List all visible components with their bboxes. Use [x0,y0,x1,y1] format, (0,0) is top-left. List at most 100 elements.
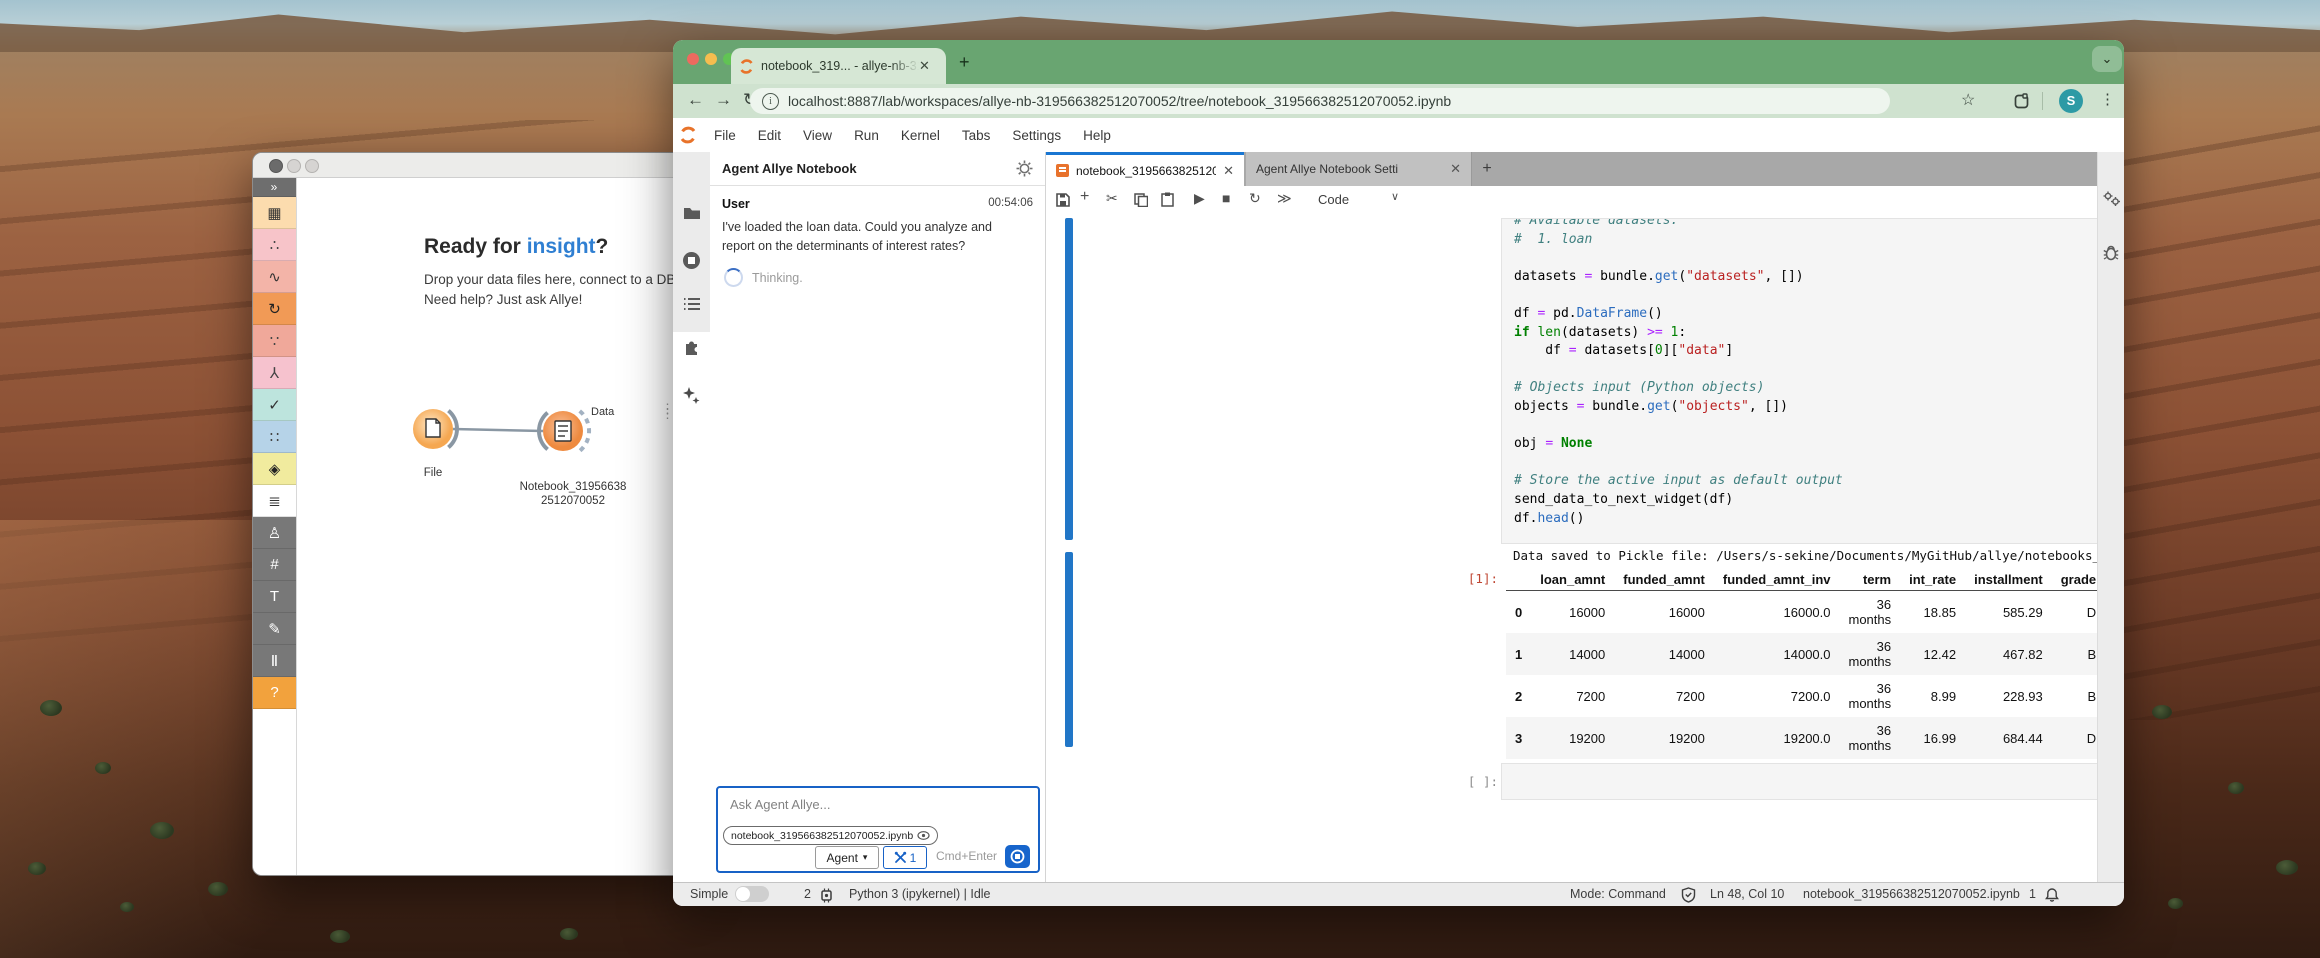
mode-indicator[interactable]: Mode: Command [1570,887,1666,901]
stdout-text: Data saved to Pickle file: /Users/s-seki… [1513,548,2098,563]
allye-canvas-window: » ▦ ∴ ∿ ↻ ∵ ⅄ ✓ ∷ ◈ ≣ ♙ # T ✎ Ⅱ? Ready for insight? Dro… [252,152,692,876]
output-collapser[interactable] [1065,552,1073,747]
zoom-window-button[interactable] [305,159,319,173]
copy-cell-icon[interactable] [1134,193,1148,207]
allye-window-titlebar[interactable] [253,153,691,178]
settings-gear-icon[interactable] [1016,160,1033,177]
kernel-sessions-icon[interactable] [819,888,834,903]
code-cell-input[interactable]: # Available datasets: # 1. loan datasets … [1501,218,2098,544]
model-tree-icon[interactable]: ⅄ [253,357,296,389]
tab-strip-chevron-button[interactable]: ⌄ [2092,46,2122,72]
browser-menu-kebab-icon[interactable]: ⋮ [2100,90,2115,108]
code-line: # Store the active input as default outp… [1514,473,1843,489]
cut-cell-icon[interactable]: ✂ [1106,190,1118,207]
allye-agent-sparkles-icon[interactable] [673,380,710,410]
tab-close-icon[interactable]: ✕ [1450,161,1461,177]
allye-canvas[interactable]: Ready for insight? Drop your data files … [297,178,691,875]
transform-cycle-icon[interactable]: ↻ [253,293,296,325]
statusbar-filename[interactable]: notebook_319566382512070052.ipynb [1803,887,2020,901]
menu-run[interactable]: Run [843,128,890,143]
notification-bell-icon[interactable] [2045,887,2059,903]
cube-icon[interactable]: ◈ [253,453,296,485]
agent-input-box[interactable]: Ask Agent Allye... notebook_319566382512… [716,786,1040,873]
property-inspector-gears-icon[interactable] [2102,190,2121,207]
table-of-contents-icon[interactable] [673,289,710,319]
code-line: send_data_to_next_widget(df) [1514,491,1734,507]
trust-shield-icon[interactable] [1681,887,1696,903]
paste-cell-icon[interactable] [1161,192,1174,207]
file-browser-icon[interactable] [673,197,710,227]
visualize-curve-icon[interactable]: ∿ [253,261,296,293]
close-window-button[interactable] [269,159,283,173]
scatter-plot-icon[interactable]: ∵ [253,325,296,357]
notebook-widget-label[interactable]: Notebook_31956638 2512070052 [513,480,633,508]
visibility-eye-icon[interactable] [917,831,930,840]
menu-settings[interactable]: Settings [1001,128,1072,143]
profile-avatar[interactable]: S [2059,89,2083,113]
browser-minimize-button[interactable] [705,53,717,65]
empty-cell-prompt: [ ]: [1467,774,1498,789]
simple-mode-toggle[interactable] [735,886,769,902]
run-cell-icon[interactable]: ▶ [1194,190,1205,207]
address-bar[interactable]: i localhost:8887/lab/workspaces/allye-nb… [750,88,1890,114]
expand-icon[interactable]: » [253,178,296,197]
cell-type-chevron-icon[interactable]: ∨ [1391,190,1399,203]
hash-icon[interactable]: # [253,549,296,581]
save-icon[interactable] [1056,193,1070,207]
minimize-window-button[interactable] [287,159,301,173]
cell-collapser[interactable] [1065,218,1073,540]
cluster-icon[interactable]: ∷ [253,421,296,453]
forward-icon[interactable]: → [715,90,732,110]
browser-close-button[interactable] [687,53,699,65]
cursor-position-label[interactable]: Ln 48, Col 10 [1710,887,1784,901]
tab-notebook[interactable]: notebook_3195663825120 ✕ [1046,152,1244,186]
restart-run-all-icon[interactable]: ≫ [1277,190,1292,207]
tab-agent-settings[interactable]: Agent Allye Notebook Setti ✕ [1246,152,1472,186]
menu-file[interactable]: File [703,128,747,143]
person-icon[interactable]: ♙ [253,517,296,549]
kernel-session-count[interactable]: 2 [804,887,811,901]
jupyter-left-activity-bar [673,152,711,883]
restart-kernel-icon[interactable]: ↻ [1249,190,1261,207]
extension-manager-icon[interactable] [673,333,710,363]
running-kernels-icon[interactable] [673,245,710,275]
table-cell: 19200.0 [1783,730,1831,746]
file-widget-label[interactable]: File [393,466,473,480]
browser-tab[interactable]: notebook_319... - allye-nb-31 ✕ [731,48,946,84]
menu-view[interactable]: View [792,128,843,143]
kernel-status-label[interactable]: Python 3 (ipykernel) | Idle [849,887,991,901]
menu-help[interactable]: Help [1072,128,1122,143]
pen-icon[interactable]: ✎ [253,613,296,645]
agent-mode-select[interactable]: Agent ▾ [815,846,879,869]
insert-cell-icon[interactable]: + [1080,188,1089,206]
code-editor-content: # Available datasets: # 1. loan datasets … [1514,219,2098,528]
new-tab-button[interactable]: + [959,53,970,71]
table-cell: 16000 [1668,604,1705,620]
menu-kernel[interactable]: Kernel [890,128,951,143]
notification-count[interactable]: 1 [2029,887,2036,901]
stop-generation-button[interactable] [1005,845,1030,868]
tab-close-icon[interactable]: ✕ [1223,163,1234,179]
url-text: localhost:8887/lab/workspaces/allye-nb-3… [788,93,1452,109]
report-icon[interactable]: ≣ [253,485,296,517]
stop-kernel-icon[interactable]: ■ [1222,190,1230,206]
bookmark-star-icon[interactable]: ☆ [1961,90,1975,110]
empty-code-cell[interactable] [1501,763,2098,800]
site-info-icon[interactable]: i [762,92,779,110]
debugger-bug-icon[interactable] [2103,244,2119,261]
cell-type-select[interactable]: Code [1318,192,1349,207]
pause-icon[interactable]: Ⅱ [253,645,296,677]
transform-network-icon[interactable]: ∴ [253,229,296,261]
add-tab-button[interactable]: + [1472,152,1502,186]
menu-edit[interactable]: Edit [747,128,792,143]
text-tool-icon[interactable]: T [253,581,296,613]
back-icon[interactable]: ← [687,90,704,110]
data-table-icon[interactable]: ▦ [253,197,296,229]
evaluate-icon[interactable]: ✓ [253,389,296,421]
context-file-chip[interactable]: notebook_319566382512070052.ipynb [723,826,939,845]
tools-count-button[interactable]: 1 [883,846,927,869]
extensions-icon[interactable] [2013,93,2030,110]
tab-close-icon[interactable]: ✕ [919,58,930,74]
help-icon[interactable]: ? [253,677,296,709]
menu-tabs[interactable]: Tabs [951,128,1002,143]
